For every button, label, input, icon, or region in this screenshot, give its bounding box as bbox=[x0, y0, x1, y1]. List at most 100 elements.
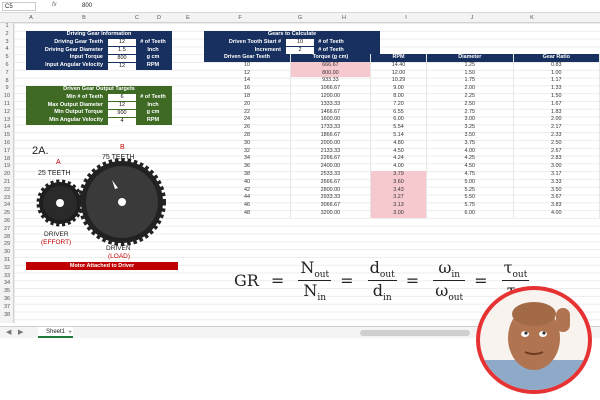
row-header[interactable]: 28 bbox=[0, 234, 14, 242]
table-cell[interactable]: 2800.00 bbox=[290, 186, 371, 195]
table-cell[interactable]: 32 bbox=[204, 147, 291, 156]
table-cell[interactable]: 3.33 bbox=[513, 178, 600, 187]
table-cell[interactable]: 1.67 bbox=[513, 100, 600, 109]
table-cell[interactable]: 4.00 bbox=[426, 147, 514, 156]
table-cell[interactable]: 9.00 bbox=[370, 85, 428, 93]
table-cell[interactable]: 3.00 bbox=[513, 163, 600, 171]
table-cell[interactable]: 4.25 bbox=[426, 155, 514, 164]
min-teeth-input[interactable]: 6 bbox=[108, 94, 136, 102]
table-cell[interactable]: 30 bbox=[204, 139, 291, 148]
row-header[interactable]: 11 bbox=[0, 101, 14, 109]
table-cell[interactable]: 1200.00 bbox=[290, 92, 371, 101]
input-velocity-input[interactable]: 12 bbox=[108, 62, 136, 70]
table-cell[interactable]: 16 bbox=[204, 85, 291, 93]
table-cell[interactable]: 933.33 bbox=[290, 77, 371, 86]
table-cell[interactable]: 1866.67 bbox=[290, 131, 371, 140]
col-header[interactable]: F bbox=[200, 13, 280, 23]
table-cell[interactable]: 3.50 bbox=[426, 131, 514, 140]
table-cell[interactable]: 1.33 bbox=[513, 85, 600, 93]
row-header[interactable]: 21 bbox=[0, 179, 14, 187]
table-cell[interactable]: 5.25 bbox=[426, 186, 514, 195]
driving-teeth-input[interactable]: 12 bbox=[108, 39, 136, 47]
table-cell[interactable]: 36 bbox=[204, 163, 291, 171]
table-cell[interactable]: 42 bbox=[204, 186, 291, 195]
table-cell[interactable]: 3.00 bbox=[370, 209, 428, 218]
row-header[interactable]: 36 bbox=[0, 296, 14, 304]
table-cell[interactable]: 1066.67 bbox=[290, 85, 371, 93]
table-cell[interactable]: 6.00 bbox=[370, 116, 428, 125]
row-header[interactable]: 7 bbox=[0, 70, 14, 78]
row-header[interactable]: 17 bbox=[0, 148, 14, 156]
table-cell[interactable]: 3.00 bbox=[426, 116, 514, 125]
table-cell[interactable]: 34 bbox=[204, 155, 291, 164]
table-cell[interactable]: 48 bbox=[204, 209, 291, 218]
increment-input[interactable]: 2 bbox=[286, 46, 314, 54]
table-cell[interactable]: 2.17 bbox=[513, 124, 600, 132]
max-diameter-input[interactable]: 12 bbox=[108, 101, 136, 109]
table-cell[interactable]: 3.50 bbox=[513, 186, 600, 195]
table-cell[interactable]: 3.75 bbox=[426, 139, 514, 148]
table-cell[interactable]: 3.27 bbox=[370, 194, 428, 203]
table-cell[interactable]: 1.75 bbox=[426, 77, 514, 86]
table-cell[interactable]: 2133.33 bbox=[290, 147, 371, 156]
table-cell[interactable]: 1.50 bbox=[426, 69, 514, 78]
row-header[interactable]: 25 bbox=[0, 210, 14, 218]
table-cell[interactable]: 3066.67 bbox=[290, 202, 371, 210]
col-header[interactable]: H bbox=[320, 13, 368, 23]
row-header[interactable]: 30 bbox=[0, 249, 14, 257]
table-cell[interactable]: 2.25 bbox=[426, 92, 514, 101]
row-header[interactable]: 22 bbox=[0, 187, 14, 195]
table-cell[interactable]: 1733.33 bbox=[290, 124, 371, 132]
table-cell[interactable]: 2.33 bbox=[513, 131, 600, 140]
table-cell[interactable]: 5.14 bbox=[370, 131, 428, 140]
table-cell[interactable]: 4.00 bbox=[513, 209, 600, 218]
input-torque-input[interactable]: 800 bbox=[108, 54, 136, 62]
table-cell[interactable]: 2.83 bbox=[513, 155, 600, 164]
row-header[interactable]: 35 bbox=[0, 288, 14, 296]
row-header[interactable]: 12 bbox=[0, 109, 14, 117]
row-header[interactable]: 31 bbox=[0, 257, 14, 265]
col-header[interactable]: K bbox=[512, 13, 552, 23]
table-cell[interactable]: 10.29 bbox=[370, 77, 428, 86]
row-header[interactable]: 2 bbox=[0, 31, 14, 39]
row-header[interactable]: 3 bbox=[0, 39, 14, 47]
row-header[interactable]: 33 bbox=[0, 273, 14, 281]
col-header[interactable]: I bbox=[380, 13, 432, 23]
table-cell[interactable]: 28 bbox=[204, 131, 291, 140]
row-header[interactable]: 32 bbox=[0, 265, 14, 273]
row-header[interactable]: 27 bbox=[0, 226, 14, 234]
row-header[interactable]: 37 bbox=[0, 304, 14, 312]
name-box[interactable]: C5 bbox=[2, 2, 36, 11]
row-header[interactable]: 6 bbox=[0, 62, 14, 70]
col-header[interactable]: G bbox=[280, 13, 320, 23]
col-header[interactable]: J bbox=[432, 13, 512, 23]
row-header[interactable]: 34 bbox=[0, 280, 14, 288]
table-cell[interactable]: 4.75 bbox=[426, 170, 514, 179]
row-header[interactable]: 16 bbox=[0, 140, 14, 148]
table-cell[interactable]: 3200.00 bbox=[290, 209, 371, 218]
table-cell[interactable]: 40 bbox=[204, 178, 291, 187]
table-cell[interactable]: 5.75 bbox=[426, 202, 514, 210]
table-cell[interactable]: 3.67 bbox=[513, 194, 600, 203]
table-cell[interactable]: 2000.00 bbox=[290, 139, 371, 148]
table-cell[interactable]: 0.83 bbox=[513, 61, 600, 70]
formula-input[interactable]: 800 bbox=[82, 2, 92, 10]
table-cell[interactable]: 14 bbox=[204, 77, 291, 86]
row-header[interactable]: 26 bbox=[0, 218, 14, 226]
next-sheet-icon[interactable]: ▶ bbox=[18, 327, 23, 338]
table-cell[interactable]: 18 bbox=[204, 92, 291, 101]
row-header[interactable]: 24 bbox=[0, 202, 14, 210]
table-cell[interactable]: 3.83 bbox=[513, 202, 600, 210]
table-cell[interactable]: 26 bbox=[204, 124, 291, 132]
row-header[interactable]: 19 bbox=[0, 163, 14, 171]
table-cell[interactable]: 12.00 bbox=[370, 69, 428, 78]
table-cell[interactable]: 1.00 bbox=[513, 69, 600, 78]
table-cell[interactable]: 2666.67 bbox=[290, 178, 371, 187]
row-header[interactable]: 1 bbox=[0, 23, 14, 31]
table-cell[interactable]: 3.17 bbox=[513, 170, 600, 179]
table-cell[interactable]: 2.50 bbox=[426, 100, 514, 109]
table-cell[interactable]: 3.60 bbox=[370, 178, 428, 187]
row-header[interactable]: 10 bbox=[0, 93, 14, 101]
col-header[interactable]: A bbox=[14, 13, 48, 23]
horizontal-scrollbar[interactable] bbox=[360, 330, 470, 336]
